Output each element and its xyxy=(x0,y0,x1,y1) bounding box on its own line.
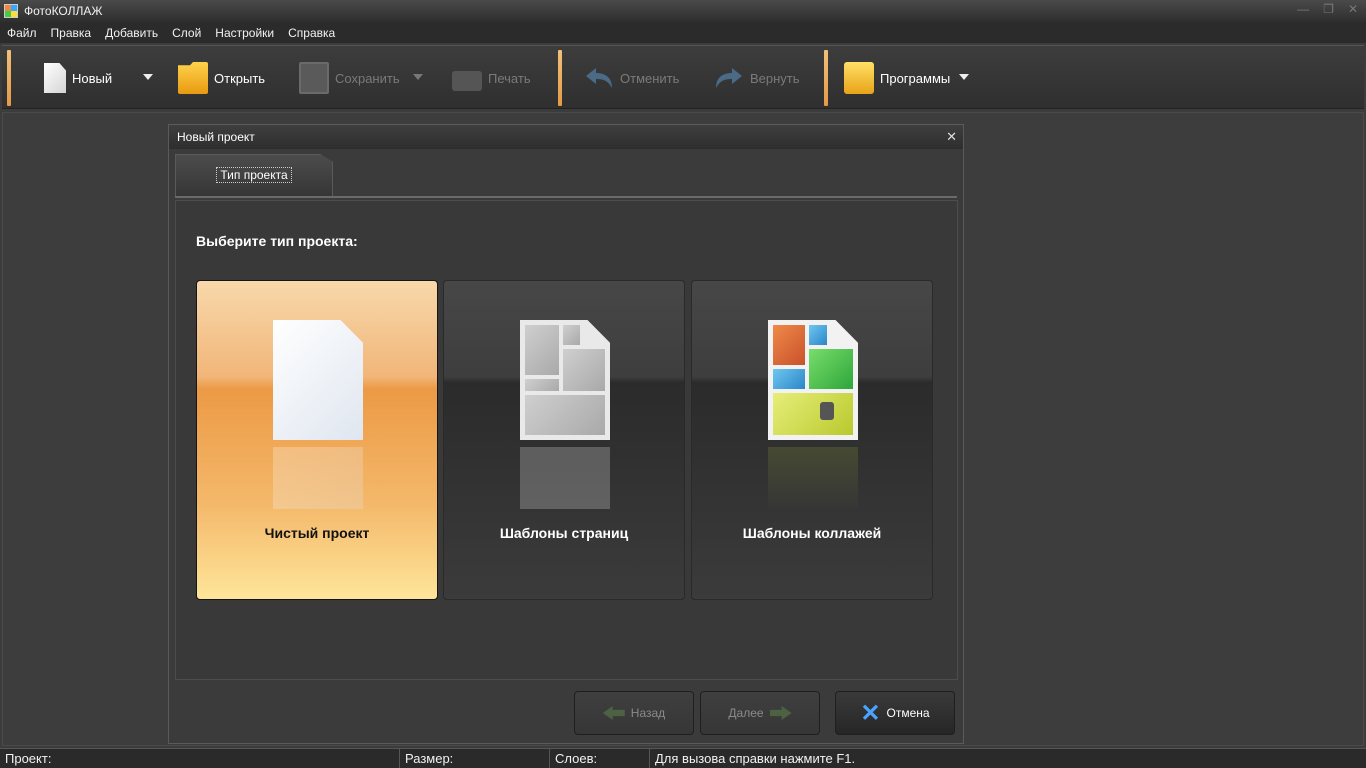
app-logo-icon xyxy=(4,4,18,18)
next-button[interactable]: Далее xyxy=(700,691,820,735)
menu-file[interactable]: Файл xyxy=(7,26,37,40)
redo-icon xyxy=(716,68,742,88)
project-type-panel: Выберите тип проекта: Чистый проект Шабл… xyxy=(175,200,958,680)
toolbar-separator xyxy=(7,50,11,106)
tab-divider xyxy=(175,196,957,198)
toolbar: Новый Открыть Сохранить Печать Отменить … xyxy=(2,45,1364,109)
floppy-disk-icon xyxy=(299,62,329,94)
status-project: Проект: xyxy=(0,749,400,768)
panel-heading: Выберите тип проекта: xyxy=(196,233,358,249)
card-label: Шаблоны коллажей xyxy=(742,525,882,541)
arrow-left-icon xyxy=(602,706,625,720)
dialog-title: Новый проект xyxy=(177,130,255,144)
maximize-icon[interactable]: ❐ xyxy=(1323,2,1334,16)
collage-template-reflection xyxy=(768,447,858,509)
window-title: ФотоКОЛЛАЖ xyxy=(24,4,103,18)
toolbar-separator xyxy=(558,50,562,106)
page-template-reflection xyxy=(520,447,610,509)
tab-project-type[interactable]: Тип проекта xyxy=(175,154,333,197)
menu-settings[interactable]: Настройки xyxy=(215,26,274,40)
collage-template-icon xyxy=(768,320,858,440)
card-label: Чистый проект xyxy=(264,525,370,541)
toolbar-separator xyxy=(824,50,828,106)
open-button[interactable]: Открыть xyxy=(178,52,265,104)
undo-button[interactable]: Отменить xyxy=(584,52,679,104)
blank-project-card[interactable]: Чистый проект xyxy=(196,280,438,600)
menu-bar: Файл Правка Добавить Слой Настройки Спра… xyxy=(0,22,1366,43)
cancel-x-icon: ✕ xyxy=(860,699,881,727)
redo-button[interactable]: Вернуть xyxy=(714,52,800,104)
folder-icon xyxy=(178,62,208,94)
status-bar: Проект: Размер: Слоев: Для вызова справк… xyxy=(0,748,1366,768)
title-bar: ФотоКОЛЛАЖ — ❐ ✕ xyxy=(0,0,1366,22)
page-template-icon xyxy=(520,320,610,440)
close-window-icon[interactable]: ✕ xyxy=(1348,2,1358,16)
programs-dropdown-arrow[interactable] xyxy=(959,74,969,80)
new-dropdown-arrow[interactable] xyxy=(143,74,153,80)
cancel-button[interactable]: ✕ Отмена xyxy=(835,691,955,735)
new-document-icon xyxy=(44,63,66,93)
new-button[interactable]: Новый xyxy=(44,52,112,104)
menu-help[interactable]: Справка xyxy=(288,26,335,40)
new-project-dialog: Новый проект ✕ Тип проекта Выберите тип … xyxy=(168,124,964,744)
arrow-right-icon xyxy=(769,706,792,720)
save-dropdown-arrow[interactable] xyxy=(413,74,423,80)
print-button[interactable]: Печать xyxy=(452,52,531,104)
undo-icon xyxy=(586,68,612,88)
status-layers: Слоев: xyxy=(550,749,650,768)
status-hint: Для вызова справки нажмите F1. xyxy=(655,751,856,766)
back-button[interactable]: Назад xyxy=(574,691,694,735)
menu-edit[interactable]: Правка xyxy=(51,26,92,40)
collage-templates-card[interactable]: Шаблоны коллажей xyxy=(691,280,933,600)
blank-page-icon xyxy=(273,320,363,440)
card-label: Шаблоны страниц xyxy=(499,525,629,541)
gift-box-icon xyxy=(844,62,874,94)
page-templates-card[interactable]: Шаблоны страниц xyxy=(443,280,685,600)
menu-add[interactable]: Добавить xyxy=(105,26,158,40)
minimize-icon[interactable]: — xyxy=(1297,2,1309,16)
printer-icon xyxy=(452,71,482,91)
close-icon[interactable]: ✕ xyxy=(946,129,957,145)
programs-button[interactable]: Программы xyxy=(844,52,950,104)
blank-page-reflection xyxy=(273,447,363,509)
save-button[interactable]: Сохранить xyxy=(299,52,400,104)
dialog-title-bar: Новый проект ✕ xyxy=(169,125,963,149)
menu-layer[interactable]: Слой xyxy=(172,26,201,40)
status-size: Размер: xyxy=(400,749,550,768)
